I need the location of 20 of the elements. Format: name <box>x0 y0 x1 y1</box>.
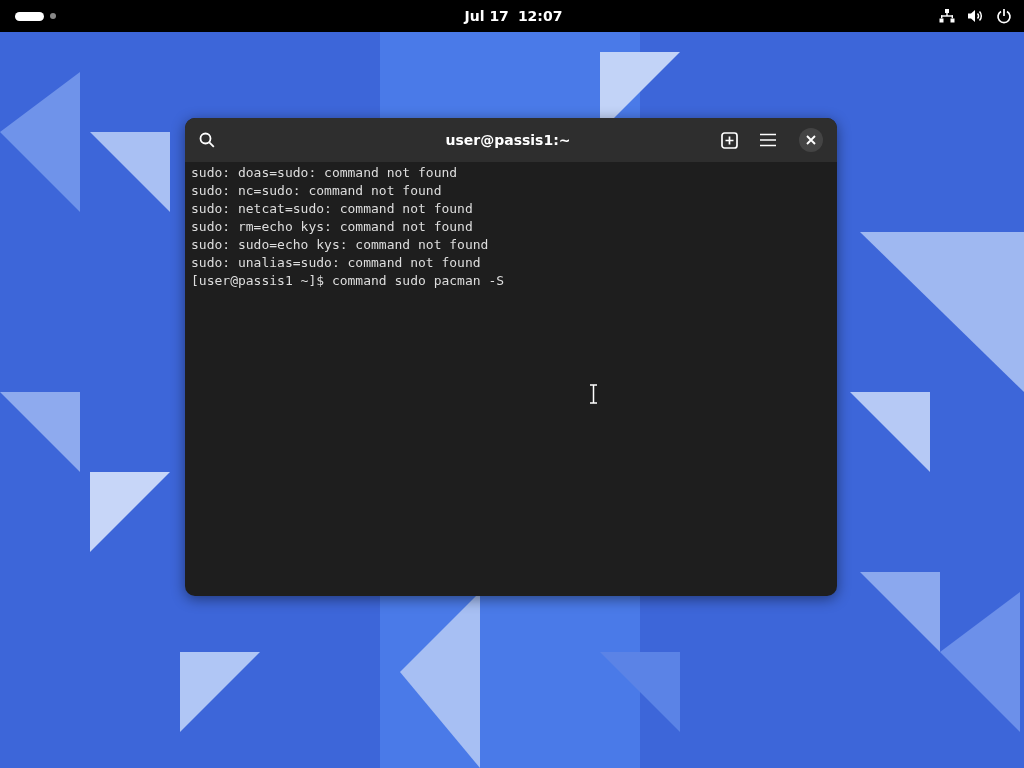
terminal-line: sudo: sudo=echo kys: command not found <box>191 236 490 254</box>
menu-icon[interactable] <box>760 133 776 147</box>
close-icon <box>806 135 816 145</box>
clock-date[interactable]: Jul 17 <box>464 8 509 24</box>
text-cursor-icon <box>589 384 598 404</box>
power-icon[interactable] <box>996 8 1012 24</box>
terminal-line: [user@passis1 ~]$ command sudo pacman -S <box>191 272 506 290</box>
terminal-line: sudo: doas=sudo: command not found <box>191 164 459 182</box>
volume-icon[interactable] <box>967 8 984 24</box>
new-tab-icon[interactable] <box>721 131 738 149</box>
terminal-line: sudo: nc=sudo: command not found <box>191 182 443 200</box>
terminal-line: sudo: unalias=sudo: command not found <box>191 254 482 272</box>
window-title: user@passis1:~ <box>444 132 572 148</box>
terminal-line: sudo: rm=echo kys: command not found <box>191 218 474 236</box>
workspace-indicator[interactable] <box>15 11 44 21</box>
network-icon[interactable] <box>939 8 955 24</box>
terminal-line: sudo: netcat=sudo: command not found <box>191 200 474 218</box>
search-icon[interactable] <box>199 132 215 148</box>
close-button[interactable] <box>799 128 823 152</box>
clock-time[interactable]: 12:07 <box>517 8 563 24</box>
